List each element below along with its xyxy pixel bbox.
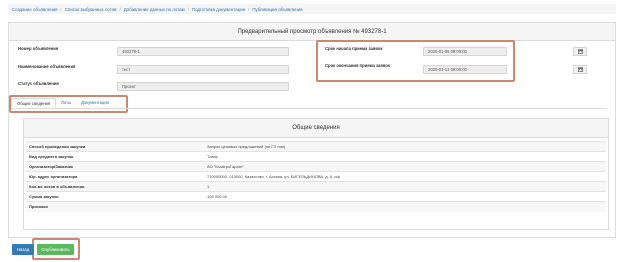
- status-field: Проект: [117, 82, 289, 91]
- row-value: 710000000, 010000, Казахстан, г. Астана,…: [204, 171, 606, 182]
- general-info-table: Способ проведения закупки Запрос ценовых …: [26, 141, 606, 212]
- row-value: Запрос ценовых предложений (не ГЗ том): [204, 141, 606, 152]
- table-row: Сумма закупки 105 000.00: [26, 191, 606, 202]
- row-key: Юр. адрес организатора: [26, 171, 204, 182]
- tab-documentation[interactable]: Документация: [76, 98, 114, 108]
- breadcrumb-item-publish[interactable]: Публикация объявления: [252, 7, 302, 12]
- calendar-icon[interactable]: [573, 65, 587, 74]
- row-value: 105 000.00: [204, 191, 606, 202]
- row-key: Вид предмета закупок: [26, 151, 204, 162]
- table-row: Вид предмета закупок Товар: [26, 151, 606, 162]
- number-label: Номер объявления: [18, 46, 59, 51]
- table-row: Юр. адрес организатора 710000000, 010000,…: [26, 171, 606, 182]
- general-info-title: Общие сведения: [24, 119, 608, 138]
- row-value: Товар: [204, 151, 606, 162]
- tab-general[interactable]: Общие сведения: [11, 98, 57, 108]
- calendar-icon[interactable]: [573, 47, 587, 56]
- breadcrumb-separator: /: [60, 6, 62, 12]
- status-label: Статус объявления: [18, 81, 59, 86]
- breadcrumb-item-documentation[interactable]: Подготовка документации: [192, 7, 245, 12]
- breadcrumb: Создание объявления / Список выбранных л…: [8, 4, 616, 14]
- tab-lots[interactable]: Лоты: [56, 98, 76, 108]
- breadcrumb-separator: /: [187, 6, 189, 12]
- general-info-panel: Общие сведения Способ проведения закупки…: [23, 118, 609, 230]
- page-title: Предварительный просмотр объявления № 49…: [9, 23, 615, 41]
- tab-divider: [11, 108, 607, 109]
- tab-bar: Общие сведения Лоты Документация: [11, 98, 114, 108]
- row-key: Признаки: [26, 201, 204, 212]
- breadcrumb-item-lot-data[interactable]: Добавление данных по лотам: [124, 7, 185, 12]
- breadcrumb-separator: /: [119, 6, 121, 12]
- breadcrumb-item-create[interactable]: Создание объявления: [12, 7, 57, 12]
- row-key: Кол-во лотов в объявлении: [26, 181, 204, 192]
- table-row: Кол-во лотов в объявлении 1: [26, 181, 606, 192]
- dates-highlight-frame: [316, 40, 515, 82]
- name-field: тест: [117, 65, 289, 74]
- row-value: 1: [204, 181, 606, 192]
- row-value: [204, 201, 606, 212]
- breadcrumb-separator: /: [248, 6, 250, 12]
- row-key: Сумма закупки: [26, 191, 204, 202]
- back-button[interactable]: Назад: [12, 244, 34, 255]
- publish-button[interactable]: Опубликовать: [37, 244, 74, 255]
- number-field: 493278-1: [117, 47, 289, 56]
- row-key: Организатор/Заказчик: [26, 161, 204, 172]
- table-row: Организатор/Заказчик АО "КазАгроГарант": [26, 161, 606, 172]
- breadcrumb-item-lots-list[interactable]: Список выбранных лотов: [65, 7, 117, 12]
- table-row: Признаки: [26, 201, 606, 212]
- row-key: Способ проведения закупки: [26, 141, 204, 152]
- name-label: Наименование объявления: [18, 64, 76, 69]
- row-value: АО "КазАгроГарант": [204, 161, 606, 172]
- table-row: Способ проведения закупки Запрос ценовых …: [26, 141, 606, 152]
